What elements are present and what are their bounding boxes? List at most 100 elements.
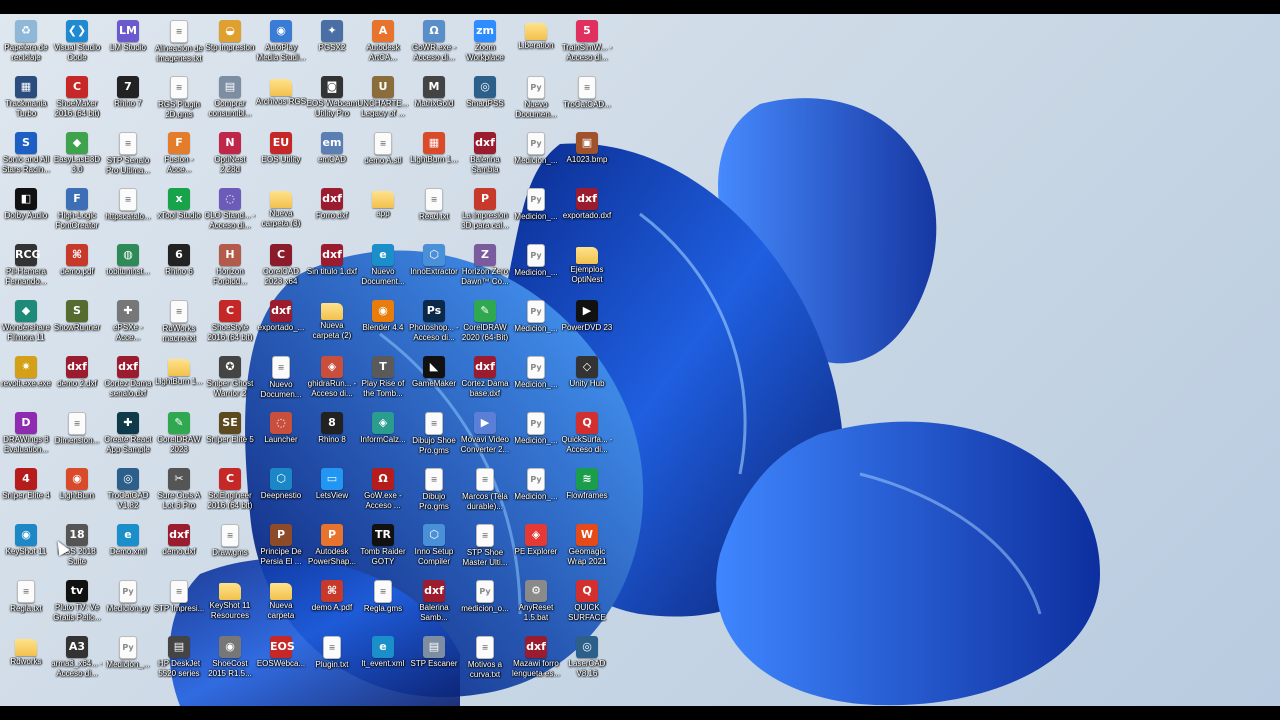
- desktop-icon[interactable]: Ejemplos OptiNest: [561, 242, 613, 296]
- desktop-icon[interactable]: x xTool Studio: [153, 186, 205, 240]
- desktop-icon[interactable]: ⌘ demo A.pdf: [306, 578, 358, 632]
- desktop-icon[interactable]: ◉ AutoPlay Media Studi...: [255, 18, 307, 72]
- desktop-icon[interactable]: dxf exportado_...: [255, 298, 307, 352]
- desktop-icon[interactable]: KeyShot 11 Resources: [204, 578, 256, 632]
- desktop-icon[interactable]: ≡ STP Impresi...: [153, 578, 205, 632]
- desktop-icon[interactable]: Py Medicion_...: [510, 186, 562, 240]
- desktop-icon[interactable]: tv Pluto TV: Ve Gratis Pelic...: [51, 578, 103, 632]
- desktop-icon[interactable]: Py Medicion_...: [510, 298, 562, 352]
- desktop-icon[interactable]: ⌘ demo.pdf: [51, 242, 103, 296]
- desktop-icon[interactable]: ≡ Plugin.txt: [306, 634, 358, 688]
- desktop-icon[interactable]: ≡ STP Senalo Pro Ultima...: [102, 130, 154, 184]
- desktop-icon[interactable]: ◙ EOS Webcam Utility Pro: [306, 74, 358, 128]
- desktop-icon[interactable]: dxf demo.dxf: [153, 522, 205, 576]
- desktop-icon[interactable]: ✂ Sure Cuts A Lot 6 Pro: [153, 466, 205, 520]
- desktop-icon[interactable]: em emCAD: [306, 130, 358, 184]
- desktop-icon[interactable]: e Nuevo Document...: [357, 242, 409, 296]
- desktop-icon[interactable]: ◎ TroCatCAD V1.82: [102, 466, 154, 520]
- desktop-icon[interactable]: Py Medicion.py: [102, 578, 154, 632]
- desktop-icon[interactable]: W Geomagic Wrap 2021: [561, 522, 613, 576]
- desktop-icon[interactable]: ≡ Dimension...: [51, 410, 103, 464]
- desktop-icon[interactable]: ≋ Flowframes: [561, 466, 613, 520]
- desktop-icon[interactable]: ✚ Create React App Sample: [102, 410, 154, 464]
- desktop-icon[interactable]: ≡ httpscatalo...: [102, 186, 154, 240]
- desktop-icon[interactable]: ≡ Marcos (Tela durable)...: [459, 466, 511, 520]
- desktop-icon[interactable]: ◉ LightBurn: [51, 466, 103, 520]
- desktop-icon[interactable]: e Demo.xml: [102, 522, 154, 576]
- desktop-icon[interactable]: ▤ Comprar consumibl...: [204, 74, 256, 128]
- desktop-icon[interactable]: ▶ PowerDVD 23: [561, 298, 613, 352]
- desktop-icon[interactable]: ◎ SmartPSS: [459, 74, 511, 128]
- desktop-icon[interactable]: C ShoeMaker 2016 (64 bit): [51, 74, 103, 128]
- desktop-icon[interactable]: ◉ Blender 4.4: [357, 298, 409, 352]
- desktop-icon[interactable]: ≡ Dibujo Pro.gms: [408, 466, 460, 520]
- desktop-icon[interactable]: ✦ PGSX2: [306, 18, 358, 72]
- desktop-icon[interactable]: ≡ Alineacion de imagenes.txt: [153, 18, 205, 72]
- desktop-icon[interactable]: ≡ RGS Plugin 2D.gms: [153, 74, 205, 128]
- desktop-icon[interactable]: ◉ ShoeCost 2015 R1.5...: [204, 634, 256, 688]
- desktop-icon[interactable]: ≡ Dibujo Shoe Pro.gms: [408, 410, 460, 464]
- desktop-icon[interactable]: ≡ demo A.stl: [357, 130, 409, 184]
- desktop-icon[interactable]: A Autodesk ArtCA...: [357, 18, 409, 72]
- desktop-icon[interactable]: app: [357, 186, 409, 240]
- desktop-icon[interactable]: ≡ Draw.gms: [204, 522, 256, 576]
- desktop-icon[interactable]: C ShoeStyle 2016 (64 bit): [204, 298, 256, 352]
- desktop-icon[interactable]: Rdworks: [0, 634, 52, 688]
- desktop-icon[interactable]: Py Medicion_...: [102, 634, 154, 688]
- desktop-icon[interactable]: ♻ Papelera de reciclaje: [0, 18, 52, 72]
- desktop-icon[interactable]: ≡ RdWorks macro.txt: [153, 298, 205, 352]
- desktop-icon[interactable]: P La impresion 3D para cal...: [459, 186, 511, 240]
- desktop-icon[interactable]: Nueva carpeta: [255, 578, 307, 632]
- desktop-icon[interactable]: LightBurn 1...: [153, 354, 205, 408]
- desktop-icon[interactable]: ≡ Regla.gms: [357, 578, 409, 632]
- desktop-icon[interactable]: zm Zoom Workplace: [459, 18, 511, 72]
- desktop-icon[interactable]: dxf Balerina Samb...: [408, 578, 460, 632]
- desktop-icon[interactable]: ◈ PE Explorer: [510, 522, 562, 576]
- desktop-icon[interactable]: 4 Sniper Elite 4: [0, 466, 52, 520]
- desktop-icon[interactable]: dxfBalerina Sambia Latin...: [459, 130, 511, 184]
- desktop-icon[interactable]: H Horizon Forbidd...: [204, 242, 256, 296]
- desktop-icon[interactable]: F Fusion - Acce...: [153, 130, 205, 184]
- desktop-icon[interactable]: ◈ ghidraRun... - Acceso di...: [306, 354, 358, 408]
- desktop-icon[interactable]: Nueva carpeta (2): [306, 298, 358, 352]
- desktop-icon[interactable]: U UNCHARTE... Legacy of ...: [357, 74, 409, 128]
- desktop-icon[interactable]: EOS EOSWebca...: [255, 634, 307, 688]
- desktop[interactable]: ♻ Papelera de reciclaje ❮❯ Visual Studio Co…: [0, 14, 1280, 706]
- desktop-icon[interactable]: Ps Photoshop... - Acceso di...: [408, 298, 460, 352]
- desktop-icon[interactable]: ⬡ Inno Setup Compiler: [408, 522, 460, 576]
- desktop-icon[interactable]: C SolEngineer 2016 (64 bit): [204, 466, 256, 520]
- desktop-icon[interactable]: ◌ Launcher: [255, 410, 307, 464]
- desktop-icon[interactable]: dxf Forro.dxf: [306, 186, 358, 240]
- desktop-icon[interactable]: Py Medicion_...: [510, 466, 562, 520]
- desktop-icon[interactable]: ◇ Unity Hub: [561, 354, 613, 408]
- desktop-icon[interactable]: 5 TrainSimW... - Acceso di...: [561, 18, 613, 72]
- desktop-icon[interactable]: ≡ TroCatCAD...: [561, 74, 613, 128]
- desktop-icon[interactable]: ◆ Wondershare Filmora 11: [0, 298, 52, 352]
- desktop-icon[interactable]: ✎ CorelDRAW 2023: [153, 410, 205, 464]
- desktop-icon[interactable]: ◈ InformCalz...: [357, 410, 409, 464]
- desktop-icon[interactable]: ≡ Read.txt: [408, 186, 460, 240]
- desktop-icon[interactable]: ▣ A1023.bmp: [561, 130, 613, 184]
- desktop-icon[interactable]: Ω GoW.exe - Acceso ...: [357, 466, 409, 520]
- desktop-icon[interactable]: ≡ Motivos a curva.txt: [459, 634, 511, 688]
- desktop-icon[interactable]: Archivos RGS: [255, 74, 307, 128]
- desktop-icon[interactable]: ◆ EasyLasE3D 3.0: [51, 130, 103, 184]
- desktop-icon[interactable]: ◧ Dolby Audio: [0, 186, 52, 240]
- desktop-icon[interactable]: ◍ tobituninst...: [102, 242, 154, 296]
- desktop-icon[interactable]: D DRAWings 8 Evaluation...: [0, 410, 52, 464]
- desktop-icon[interactable]: ▤ STP Escaner: [408, 634, 460, 688]
- desktop-icon[interactable]: LM LM Studio: [102, 18, 154, 72]
- desktop-icon[interactable]: Q QuickSurfa... - Acceso di...: [561, 410, 613, 464]
- desktop-icon[interactable]: ◉ KeyShot 11: [0, 522, 52, 576]
- desktop-icon[interactable]: S SnowRunner: [51, 298, 103, 352]
- desktop-icon[interactable]: 7 Rhino 7: [102, 74, 154, 128]
- desktop-icon[interactable]: Py Medicion_...: [510, 410, 562, 464]
- desktop-icon[interactable]: A3 arma3_x64... - Acceso di...: [51, 634, 103, 688]
- desktop-icon[interactable]: dxf Sin titulo 1.dxf: [306, 242, 358, 296]
- desktop-icon[interactable]: P Autodesk PowerShap...: [306, 522, 358, 576]
- desktop-icon[interactable]: ◒ Stp impresion: [204, 18, 256, 72]
- desktop-icon[interactable]: Q QUICK SURFACE: [561, 578, 613, 632]
- desktop-icon[interactable]: ≡ Nuevo Documen...: [255, 354, 307, 408]
- desktop-icon[interactable]: ◌ CLO Stand... - Acceso di...: [204, 186, 256, 240]
- desktop-icon[interactable]: ⬡ Deepnestio: [255, 466, 307, 520]
